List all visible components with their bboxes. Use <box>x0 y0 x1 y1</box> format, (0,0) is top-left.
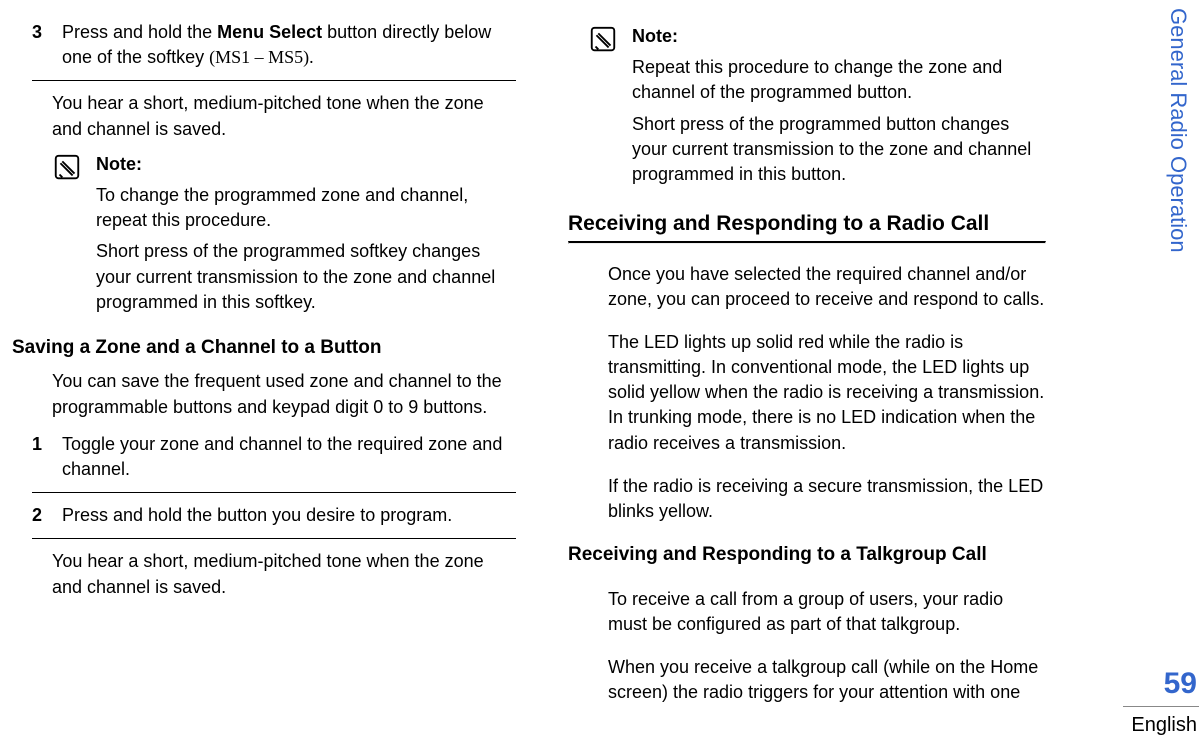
step-number: 1 <box>32 432 48 482</box>
result-paragraph: You hear a short, medium-pitched tone wh… <box>52 91 516 141</box>
body-paragraph: The LED lights up solid red while the ra… <box>608 330 1046 456</box>
step-divider <box>32 538 516 539</box>
note-body: Note: Repeat this procedure to change th… <box>632 24 1046 193</box>
note-paragraph: Short press of the programmed softkey ch… <box>96 239 516 315</box>
heading-underline <box>568 241 1046 244</box>
note-title: Note: <box>632 24 1046 49</box>
page-number: 59 <box>1164 663 1197 705</box>
step-text: Press and hold the Menu Select button di… <box>62 20 516 70</box>
step3-bold: Menu Select <box>217 22 322 42</box>
note-paragraph: To change the programmed zone and channe… <box>96 183 516 233</box>
body-paragraph: To receive a call from a group of users,… <box>608 587 1046 637</box>
note-block-2: Note: Repeat this procedure to change th… <box>588 24 1046 193</box>
right-column: Note: Repeat this procedure to change th… <box>542 14 1072 735</box>
language-label: English <box>1131 711 1197 739</box>
step-1: 1 Toggle your zone and channel to the re… <box>32 432 516 482</box>
note-icon <box>52 152 82 182</box>
result-paragraph: You hear a short, medium-pitched tone wh… <box>52 549 516 599</box>
body-paragraph: If the radio is receiving a secure trans… <box>608 474 1046 524</box>
note-block-1: Note: To change the programmed zone and … <box>52 152 516 321</box>
step-text: Press and hold the button you desire to … <box>62 503 452 528</box>
section-label-vertical: General Radio Operation <box>1162 8 1193 253</box>
note-title: Note: <box>96 152 516 177</box>
body-paragraph: Once you have selected the required chan… <box>608 262 1046 312</box>
sub-heading-save-button: Saving a Zone and a Channel to a Button <box>12 335 516 362</box>
body-paragraph: When you receive a talkgroup call (while… <box>608 655 1046 705</box>
step-number: 2 <box>32 503 48 528</box>
left-column: 3 Press and hold the Menu Select button … <box>12 14 542 735</box>
step-divider <box>32 492 516 493</box>
note-paragraph: Repeat this procedure to change the zone… <box>632 55 1046 105</box>
note-paragraph: Short press of the programmed button cha… <box>632 112 1046 188</box>
step-2: 2 Press and hold the button you desire t… <box>32 503 516 528</box>
step-text: Toggle your zone and channel to the requ… <box>62 432 516 482</box>
step3-serif: (MS1 – MS5). <box>209 47 314 67</box>
main-heading-receiving: Receiving and Responding to a Radio Call <box>568 209 1046 238</box>
note-body: Note: To change the programmed zone and … <box>96 152 516 321</box>
step-3: 3 Press and hold the Menu Select button … <box>32 20 516 70</box>
intro-paragraph: You can save the frequent used zone and … <box>52 369 516 419</box>
step3-text-a: Press and hold the <box>62 22 217 42</box>
document-page: 3 Press and hold the Menu Select button … <box>0 0 1199 749</box>
step-divider <box>32 80 516 81</box>
sub-heading-talkgroup: Receiving and Responding to a Talkgroup … <box>568 542 1046 569</box>
note-icon <box>588 24 618 54</box>
step-number: 3 <box>32 20 48 70</box>
